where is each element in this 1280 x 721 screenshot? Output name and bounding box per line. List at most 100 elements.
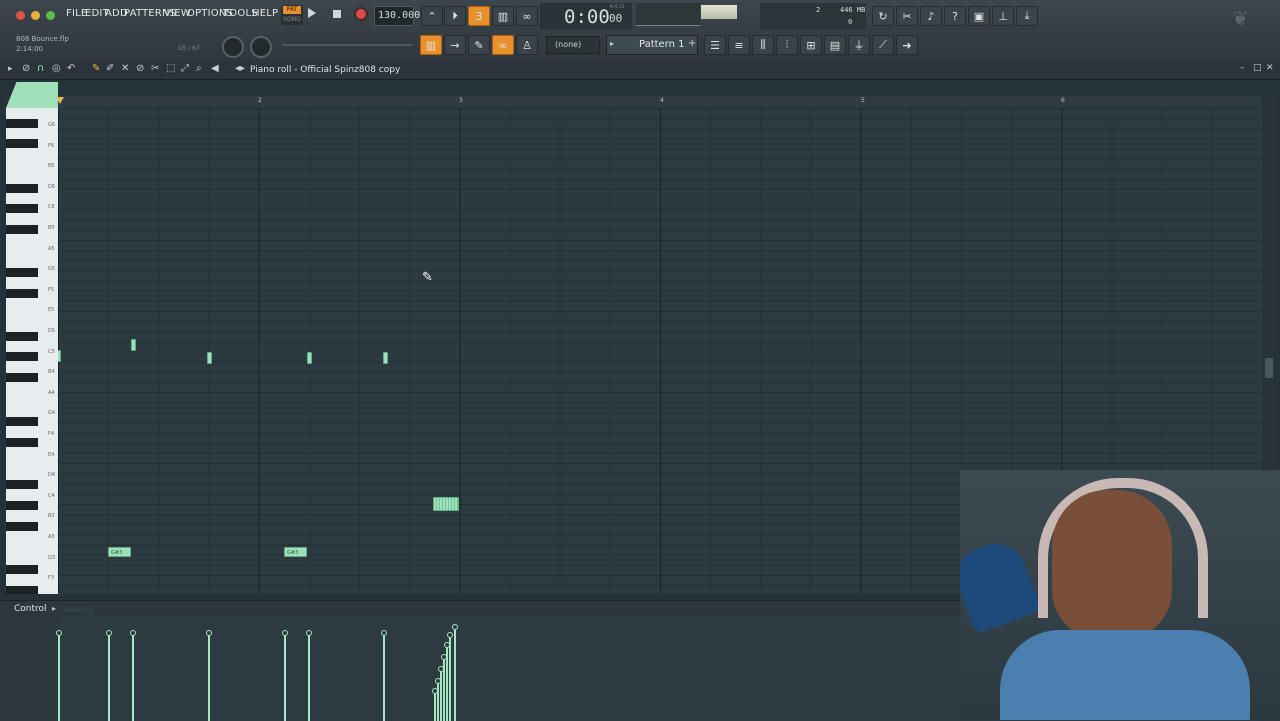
velocity-bar[interactable] bbox=[56, 630, 62, 721]
undo-icon[interactable]: ↶ bbox=[67, 63, 75, 74]
velocity-bar[interactable] bbox=[282, 630, 288, 721]
zoom-icon[interactable]: ⤢ bbox=[181, 63, 189, 74]
note[interactable] bbox=[131, 339, 136, 351]
piano-keyboard[interactable]: G6 F6 E6 D6 C6 B5 A5 G5 F5 E5 D5 C5 B4 A4 G4 F4 E4 D4 C4 B3… bbox=[6, 108, 58, 594]
pattern-prev-icon[interactable]: ▸ bbox=[610, 39, 614, 48]
control-arrow-icon[interactable]: ▸ bbox=[52, 604, 56, 613]
velocity-bar[interactable] bbox=[452, 624, 458, 721]
black-key[interactable] bbox=[6, 373, 38, 382]
corner-tool[interactable] bbox=[6, 82, 58, 108]
mixer-button[interactable]: ⫼ bbox=[752, 35, 774, 55]
blend-notes-button[interactable]: ▥ bbox=[492, 6, 514, 26]
note[interactable]: G#3 bbox=[284, 547, 307, 557]
record-button[interactable] bbox=[356, 9, 366, 19]
black-key[interactable] bbox=[6, 565, 38, 574]
black-key[interactable] bbox=[6, 225, 38, 234]
overview-strip[interactable] bbox=[58, 82, 1262, 94]
piano-roll-view-button[interactable]: ⫶ bbox=[776, 35, 798, 55]
playlist-button[interactable]: ☰ bbox=[704, 35, 726, 55]
plugin-button[interactable]: ⊥ bbox=[992, 6, 1014, 26]
project-browser-button[interactable]: ▤ bbox=[824, 35, 846, 55]
pitch-slider[interactable] bbox=[282, 44, 412, 46]
velocity-bar[interactable] bbox=[381, 630, 387, 721]
maximize-window-button[interactable] bbox=[46, 11, 55, 20]
arrows-icon[interactable]: ◂▸ bbox=[235, 63, 245, 74]
note[interactable] bbox=[207, 352, 212, 364]
velocity-bar[interactable] bbox=[435, 678, 441, 721]
black-key[interactable] bbox=[6, 204, 38, 213]
pattern-selector[interactable]: ▸ Pattern 1 + bbox=[606, 35, 698, 55]
note[interactable] bbox=[307, 352, 312, 364]
snap-select[interactable]: (none) bbox=[546, 36, 600, 54]
speaker-icon[interactable]: ◀ bbox=[211, 63, 219, 74]
black-key[interactable] bbox=[6, 184, 38, 193]
black-key[interactable] bbox=[6, 586, 38, 594]
minimize-window-button[interactable] bbox=[31, 11, 40, 20]
master-volume-knob[interactable] bbox=[222, 36, 244, 58]
wait-input-button[interactable]: ⏵ bbox=[444, 6, 466, 26]
black-key[interactable] bbox=[6, 522, 38, 531]
black-key[interactable] bbox=[6, 352, 38, 361]
help-button[interactable]: ? bbox=[944, 6, 966, 26]
velocity-bar[interactable] bbox=[441, 654, 447, 721]
undo-history-button[interactable]: ↻ bbox=[872, 6, 894, 26]
note[interactable]: G#3 bbox=[108, 547, 131, 557]
master-pitch-knob[interactable] bbox=[250, 36, 272, 58]
black-key[interactable] bbox=[6, 480, 38, 489]
velocity-bar[interactable] bbox=[432, 688, 438, 721]
save-button[interactable]: ▣ bbox=[968, 6, 990, 26]
target-icon[interactable]: ◎ bbox=[52, 63, 61, 74]
note[interactable] bbox=[58, 350, 61, 362]
note[interactable] bbox=[383, 352, 388, 364]
velocity-bar[interactable] bbox=[130, 630, 136, 721]
velocity-bar[interactable] bbox=[447, 632, 453, 721]
control-label[interactable]: Control bbox=[14, 604, 47, 614]
scrollbar-thumb[interactable] bbox=[1265, 358, 1273, 378]
slice-icon[interactable]: ✂ bbox=[151, 63, 159, 74]
mute-tool-icon[interactable]: ⊘ bbox=[136, 63, 144, 74]
browser-button[interactable]: ⊞ bbox=[800, 35, 822, 55]
link-button[interactable]: ∞ bbox=[492, 35, 514, 55]
tool-next-button[interactable]: → bbox=[444, 35, 466, 55]
tempo-tapper-button[interactable]: ➔ bbox=[896, 35, 918, 55]
playhead-marker[interactable] bbox=[56, 97, 64, 104]
snap-magnet-icon[interactable]: ∩ bbox=[37, 63, 44, 74]
pattern-add-icon[interactable]: + bbox=[688, 38, 696, 49]
maximize-icon[interactable]: □ bbox=[1253, 63, 1262, 73]
menu-help[interactable]: HELP bbox=[252, 8, 278, 19]
record-audio-button[interactable]: ♪ bbox=[920, 6, 942, 26]
tempo-display[interactable]: 130.000 bbox=[374, 6, 420, 26]
play-button[interactable] bbox=[308, 8, 316, 18]
time-display[interactable]: 0:00 00 M:S:CS bbox=[540, 3, 632, 29]
stop-button[interactable] bbox=[333, 10, 341, 18]
step-edit-button[interactable]: 3 bbox=[468, 6, 490, 26]
cut-button[interactable]: ✂ bbox=[896, 6, 918, 26]
brush-tool-button[interactable]: ✎ bbox=[468, 35, 490, 55]
black-key[interactable] bbox=[6, 289, 38, 298]
black-key[interactable] bbox=[6, 268, 38, 277]
black-key[interactable] bbox=[6, 438, 38, 447]
magnet-icon[interactable]: ⊘ bbox=[22, 63, 30, 74]
stamp-button[interactable]: ♙ bbox=[516, 35, 538, 55]
velocity-bar[interactable] bbox=[444, 642, 450, 721]
velocity-bar[interactable] bbox=[106, 630, 112, 721]
minimize-icon[interactable]: – bbox=[1240, 63, 1245, 73]
touch-controller-button[interactable]: ⟋ bbox=[872, 35, 894, 55]
select-icon[interactable]: ⬚ bbox=[166, 63, 175, 74]
close-window-button[interactable] bbox=[16, 11, 25, 20]
black-key[interactable] bbox=[6, 417, 38, 426]
search-icon[interactable]: ⌕ bbox=[196, 63, 202, 74]
black-key[interactable] bbox=[6, 119, 38, 128]
pat-song-toggle[interactable]: PAT SONG bbox=[281, 5, 303, 25]
export-button[interactable]: ⤓ bbox=[1016, 6, 1038, 26]
velocity-bar[interactable] bbox=[306, 630, 312, 721]
velocity-bar[interactable] bbox=[438, 666, 444, 721]
pencil-icon[interactable]: ✎ bbox=[92, 63, 100, 74]
piano-roll-button[interactable]: ▥ bbox=[420, 35, 442, 55]
close-icon[interactable]: ✕ bbox=[1266, 63, 1274, 73]
note[interactable] bbox=[433, 497, 459, 511]
loop-record-button[interactable]: ∞ bbox=[516, 6, 538, 26]
black-key[interactable] bbox=[6, 139, 38, 148]
delete-tool-icon[interactable]: ✕ bbox=[121, 63, 129, 74]
black-key[interactable] bbox=[6, 501, 38, 510]
